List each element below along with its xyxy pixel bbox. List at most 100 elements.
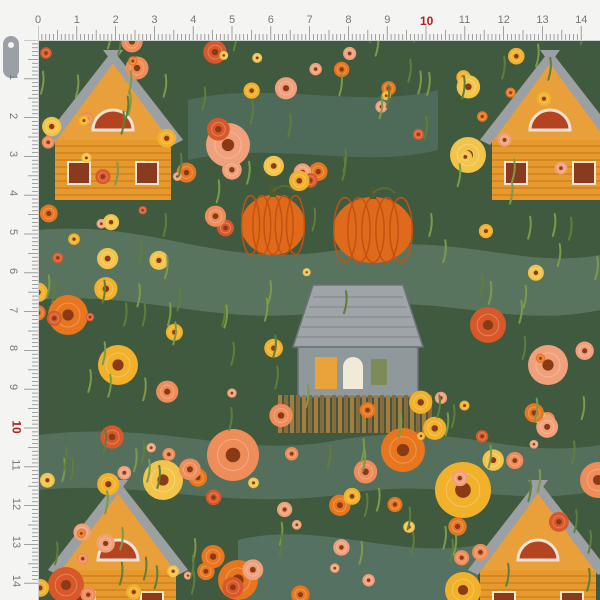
flower-icon <box>149 250 169 270</box>
flower-icon <box>343 487 361 505</box>
flower-icon <box>126 584 142 600</box>
top-ruler-label: 0 <box>35 14 42 26</box>
top-ruler-label: 1 <box>73 14 80 26</box>
flower-icon <box>138 206 147 215</box>
flower-icon <box>459 400 470 411</box>
top-ruler-label: 2 <box>112 14 119 26</box>
flower-icon <box>527 264 544 281</box>
flower-icon <box>146 442 157 453</box>
top-ruler-label: 13 <box>536 14 549 26</box>
flower-icon <box>269 403 293 428</box>
flower-icon <box>333 539 350 556</box>
top-ruler-label: 7 <box>306 14 313 26</box>
flower-icon <box>95 169 111 185</box>
flower-icon <box>454 550 470 566</box>
flower-icon <box>456 75 481 99</box>
flower-icon <box>575 341 594 360</box>
flower-icon <box>291 519 302 530</box>
fabric-pattern <box>38 40 600 600</box>
left-ruler-label: 11 <box>9 459 22 471</box>
flower-icon <box>451 470 468 487</box>
flower-icon <box>96 534 115 553</box>
clip-icon <box>3 36 19 78</box>
flower-icon <box>309 62 322 76</box>
flower-icon <box>128 56 138 66</box>
flower-icon <box>506 452 524 470</box>
fabric-preview: 0 1 2 3 4 5 6 7 8 9 10 11 12 13 14 1 2 3 4 5 6 7 8 9 10 11 12 13 14 <box>0 0 600 600</box>
flower-icon <box>508 47 525 65</box>
flower-icon <box>78 115 90 126</box>
left-ruler-label: 14 <box>10 575 23 588</box>
flower-icon <box>205 489 222 506</box>
flower-icon <box>156 380 179 403</box>
flower-icon <box>248 477 259 489</box>
flower-icon <box>528 345 568 385</box>
flower-icon <box>277 501 293 518</box>
flower-icon <box>167 565 180 578</box>
top-ruler-label: 10 <box>420 14 434 28</box>
flower-icon <box>362 574 375 587</box>
left-ruler-label: 10 <box>9 420 24 434</box>
flower-icon <box>207 429 259 481</box>
flower-icon <box>52 252 64 264</box>
flower-icon <box>206 117 230 141</box>
flower-icon <box>76 552 89 565</box>
flower-icon <box>81 152 92 163</box>
flower-icon <box>343 46 357 61</box>
pumpkin-icon <box>333 187 413 264</box>
flower-icon <box>219 50 229 60</box>
flower-icon <box>359 402 376 419</box>
top-ruler-label: 5 <box>229 14 236 26</box>
left-ruler-label: 9 <box>7 384 20 391</box>
flower-icon <box>98 345 138 385</box>
flower-icon <box>40 47 52 59</box>
left-ruler-label: 6 <box>7 267 20 274</box>
ruler-corner <box>0 0 38 78</box>
flower-icon <box>222 159 242 180</box>
flower-icon <box>76 528 87 539</box>
flower-icon <box>103 214 120 231</box>
flower-icon <box>204 205 227 227</box>
left-ruler-label: 2 <box>7 112 20 119</box>
left-ruler-label: 1 <box>7 73 20 80</box>
flower-icon <box>472 543 489 561</box>
top-ruler-label: 9 <box>384 14 391 26</box>
left-ruler-label: 13 <box>10 536 23 549</box>
left-ruler-label: 4 <box>7 190 20 197</box>
top-ruler-label: 3 <box>151 14 158 26</box>
flower-icon <box>41 135 55 149</box>
flower-icon <box>162 447 176 461</box>
flower-icon <box>475 430 489 443</box>
stone-house-icon <box>291 284 425 398</box>
flower-icon <box>448 517 467 536</box>
flower-icon <box>222 576 244 598</box>
flower-icon <box>412 128 425 141</box>
flower-icon <box>416 431 426 441</box>
flower-icon <box>274 77 298 100</box>
flower-icon <box>535 353 546 363</box>
flower-icon <box>470 307 506 343</box>
flower-icon <box>330 563 340 573</box>
flower-icon <box>100 425 124 449</box>
top-ruler-label: 8 <box>345 14 352 26</box>
flower-icon <box>227 388 237 398</box>
flower-icon <box>243 82 260 99</box>
flower-icon <box>423 416 447 440</box>
flower-icon <box>482 449 504 471</box>
left-ruler <box>0 40 39 600</box>
flower-icon <box>179 458 201 481</box>
top-ruler-label: 12 <box>497 14 510 26</box>
flower-icon <box>42 116 62 137</box>
flower-icon <box>497 133 512 147</box>
flower-icon <box>263 155 284 177</box>
flower-icon <box>302 268 311 277</box>
flower-icon <box>85 312 95 322</box>
top-ruler <box>0 0 600 41</box>
flower-icon <box>201 545 225 569</box>
left-ruler-label: 8 <box>7 345 20 352</box>
top-ruler-label: 6 <box>267 14 274 26</box>
pumpkin-icon <box>240 185 306 256</box>
flower-icon <box>387 497 403 513</box>
top-ruler-label: 14 <box>575 14 588 26</box>
left-ruler-label: 5 <box>7 228 20 236</box>
